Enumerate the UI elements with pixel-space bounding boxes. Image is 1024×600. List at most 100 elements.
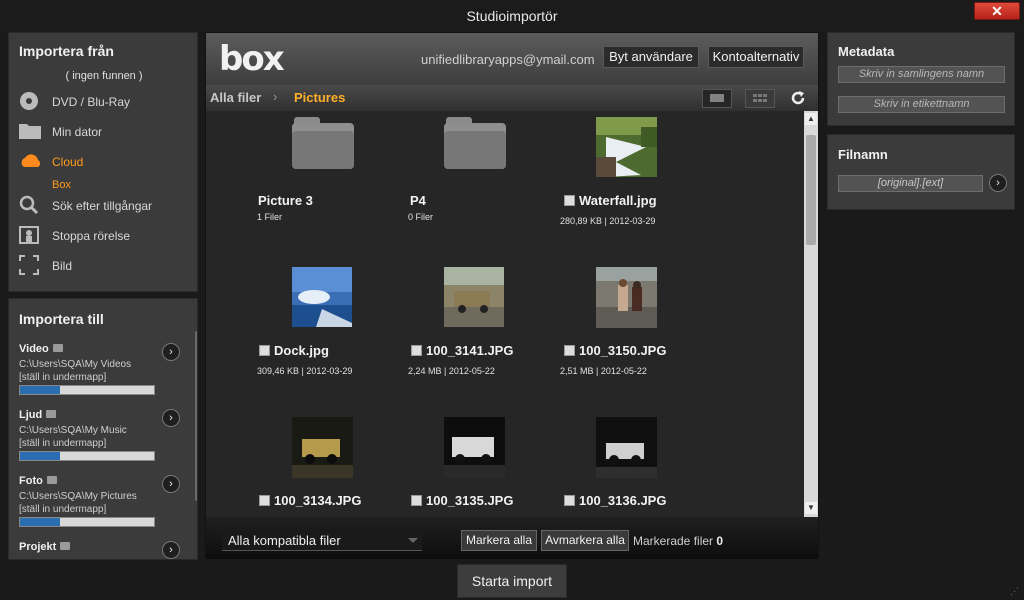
disk-space-bar (19, 451, 155, 461)
file-name: 100_3150.JPG (579, 343, 667, 358)
filename-options-button[interactable]: › (989, 174, 1007, 192)
file-meta: 1 Filer (257, 212, 283, 222)
select-checkbox[interactable] (564, 345, 575, 356)
file-name: Picture 3 (258, 193, 313, 208)
file-name: Dock.jpg (274, 343, 329, 358)
source-snapshot[interactable]: Bild (19, 255, 194, 277)
file-meta: 309,46 KB | 2012-03-29 (257, 366, 353, 376)
metadata-panel: Metadata Skriv in samlingens namn Skriv … (827, 32, 1015, 126)
collection-name-input[interactable]: Skriv in samlingens namn (838, 66, 1005, 83)
select-checkbox[interactable] (259, 495, 270, 506)
waterfall-thumbnail (596, 117, 657, 177)
box-logo: box (219, 39, 285, 79)
file-name: 100_3135.JPG (426, 493, 514, 508)
source-label: Min dator (52, 125, 103, 139)
filename-panel: Filnamn [original].[ext] › (827, 134, 1015, 210)
select-checkbox[interactable] (564, 495, 575, 506)
grid-view-button[interactable] (745, 89, 775, 108)
file-name: 100_3134.JPG (274, 493, 362, 508)
source-scan-assets[interactable]: Sök efter tillgångar (19, 195, 194, 217)
file-tile[interactable]: 100_3141.JPG 2,24 MB | 2012-05-22 (398, 267, 548, 407)
file-name: 100_3136.JPG (579, 493, 667, 508)
destination-title: Video (19, 343, 49, 355)
source-cloud[interactable]: Cloud (19, 151, 194, 173)
search-icon (19, 195, 41, 215)
marked-files-status: Markerade filer 0 (633, 534, 723, 548)
browser-footer: Alla kompatibla filer Markera alla Avmar… (206, 517, 818, 559)
file-tile[interactable]: Dock.jpg 309,46 KB | 2012-03-29 (246, 267, 396, 407)
subfolder-link[interactable]: [ställ in undermapp] (19, 438, 106, 449)
file-grid-scrollbar[interactable]: ▲ ▼ (804, 111, 818, 517)
disk-space-fill (20, 518, 61, 526)
jeep-night-yellow-thumbnail (292, 417, 353, 478)
select-checkbox[interactable] (411, 345, 422, 356)
browse-arrow-button[interactable]: › (162, 541, 180, 559)
box-header: box unifiedlibraryapps@ymail.com Byt anv… (206, 33, 818, 85)
cloud-icon (19, 151, 41, 171)
breadcrumb: Alla filer › Pictures (206, 85, 818, 111)
tag-name-input[interactable]: Skriv in etikettnamn (838, 96, 1005, 113)
file-filter-value: Alla kompatibla filer (228, 533, 341, 548)
folder-icon (46, 410, 57, 418)
import-to-heading: Importera till (19, 311, 104, 327)
file-tile[interactable]: 100_3136.JPG (550, 417, 700, 517)
start-import-button[interactable]: Starta import (457, 564, 567, 598)
disk-space-fill (20, 452, 61, 460)
file-meta: 0 Filer (408, 212, 434, 222)
disk-space-bar (19, 517, 155, 527)
disk-space-fill (20, 386, 61, 394)
disc-icon (19, 91, 41, 111)
breadcrumb-separator: › (273, 89, 278, 104)
browse-arrow-button[interactable]: › (162, 343, 180, 361)
file-tile[interactable]: 100_3134.JPG (246, 417, 396, 517)
select-checkbox[interactable] (259, 345, 270, 356)
file-tile[interactable]: 100_3150.JPG 2,51 MB | 2012-05-22 (550, 267, 700, 407)
account-email: unifiedlibraryapps@ymail.com (421, 52, 595, 67)
file-filter-dropdown[interactable]: Alla kompatibla filer (222, 530, 422, 551)
source-stop-motion[interactable]: Stoppa rörelse (19, 225, 194, 247)
browse-arrow-button[interactable]: › (162, 475, 180, 493)
folder-icon (46, 476, 57, 484)
import-to-panel: Importera till Video C:\Users\SQA\My Vid… (8, 298, 198, 560)
file-tile[interactable]: 100_3135.JPG (398, 417, 548, 517)
resize-grip-icon[interactable]: ⋰ (1010, 586, 1022, 598)
source-label: Sök efter tillgångar (52, 199, 153, 213)
title-bar: Studioimportör ✕ (0, 0, 1024, 32)
scroll-up-arrow[interactable]: ▲ (805, 113, 817, 125)
browse-arrow-button[interactable]: › (162, 409, 180, 427)
chevron-down-icon (408, 538, 418, 543)
cloud-box-sublabel[interactable]: Box (52, 179, 71, 191)
file-tile[interactable]: P4 0 Filer (398, 117, 548, 257)
refresh-button[interactable] (788, 88, 808, 108)
filename-heading: Filnamn (838, 147, 888, 162)
switch-user-button[interactable]: Byt användare (603, 46, 699, 68)
no-device-found-label: ( ingen funnen ) (65, 70, 143, 82)
grid-view-icon (753, 94, 767, 102)
breadcrumb-all-files[interactable]: Alla filer (210, 90, 261, 105)
select-checkbox[interactable] (411, 495, 422, 506)
breadcrumb-current: Pictures (294, 90, 346, 105)
list-view-button[interactable] (702, 89, 732, 108)
file-tile[interactable]: Picture 3 1 Filer (246, 117, 396, 257)
select-checkbox[interactable] (564, 195, 575, 206)
scroll-thumb[interactable] (806, 135, 816, 245)
jeep-day-thumbnail (444, 267, 504, 327)
source-label: DVD / Blu-Ray (52, 95, 131, 109)
source-my-computer[interactable]: Min dator (19, 121, 194, 143)
close-button[interactable]: ✕ (974, 2, 1020, 20)
account-options-button[interactable]: Kontoalternativ (708, 46, 804, 68)
subfolder-link[interactable]: [ställ in undermapp] (19, 504, 106, 515)
scroll-down-arrow[interactable]: ▼ (805, 502, 817, 514)
jeep-night-thumbnail (444, 417, 505, 478)
metadata-heading: Metadata (838, 44, 895, 59)
deselect-all-button[interactable]: Avmarkera alla (541, 530, 629, 551)
source-dvd-bluray[interactable]: DVD / Blu-Ray (19, 91, 194, 113)
file-name: P4 (410, 193, 426, 208)
subfolder-link[interactable]: [ställ in undermapp] (19, 372, 106, 383)
import-to-scrollbar[interactable] (195, 331, 197, 501)
cloud-browser: box unifiedlibraryapps@ymail.com Byt anv… (205, 32, 819, 559)
file-tile[interactable]: Waterfall.jpg 280,89 KB | 2012-03-29 (550, 117, 700, 257)
folder-icon (60, 542, 71, 550)
select-all-button[interactable]: Markera alla (461, 530, 537, 551)
filename-pattern-input[interactable]: [original].[ext] (838, 175, 983, 192)
